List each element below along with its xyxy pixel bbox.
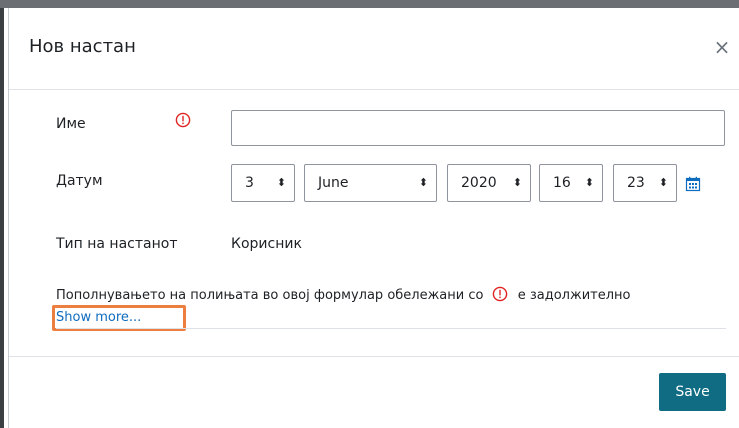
modal-footer-divider [9, 356, 739, 357]
event-type-value: Корисник [231, 236, 302, 252]
required-exclamation-icon [175, 112, 191, 128]
save-button[interactable]: Save [659, 373, 726, 411]
name-label: Име [56, 116, 86, 132]
day-select-value: 3 [245, 175, 254, 191]
select-arrows-icon: ⬍ [418, 176, 428, 189]
event-type-label: Тип на настанот [56, 236, 178, 252]
modal-title: Нов настан [29, 36, 136, 57]
form-divider [56, 328, 726, 329]
required-exclamation-icon [492, 286, 507, 302]
required-fields-notice: Пополнувањето на полињата во овој формул… [56, 286, 631, 303]
backdrop-top-bar [0, 0, 739, 8]
year-select-value: 2020 [461, 175, 497, 191]
event-name-input[interactable] [231, 110, 725, 146]
close-icon: × [713, 35, 731, 59]
hour-select-value: 16 [553, 175, 571, 191]
new-event-modal: Нов настан × Име Датум 3 ⬍ June ⬍ 2020 ⬍… [8, 8, 739, 428]
calendar-icon[interactable] [685, 176, 701, 192]
required-notice-text-before: Пополнувањето на полињата во овој формул… [56, 288, 484, 303]
select-arrows-icon: ⬍ [512, 176, 522, 189]
select-arrows-icon: ⬍ [276, 176, 286, 189]
year-select[interactable]: 2020 ⬍ [447, 164, 531, 202]
day-select[interactable]: 3 ⬍ [231, 164, 295, 202]
select-arrows-icon: ⬍ [658, 176, 668, 189]
close-button[interactable]: × [712, 36, 732, 58]
hour-select[interactable]: 16 ⬍ [539, 164, 603, 202]
date-label: Датум [56, 173, 103, 189]
select-arrows-icon: ⬍ [584, 176, 594, 189]
required-notice-text-after: е задолжително [517, 288, 631, 303]
modal-header: Нов настан × [9, 8, 739, 90]
minute-select-value: 23 [627, 175, 645, 191]
backdrop-left-edge [0, 8, 4, 428]
month-select-value: June [318, 175, 349, 191]
minute-select[interactable]: 23 ⬍ [613, 164, 677, 202]
month-select[interactable]: June ⬍ [304, 164, 437, 202]
